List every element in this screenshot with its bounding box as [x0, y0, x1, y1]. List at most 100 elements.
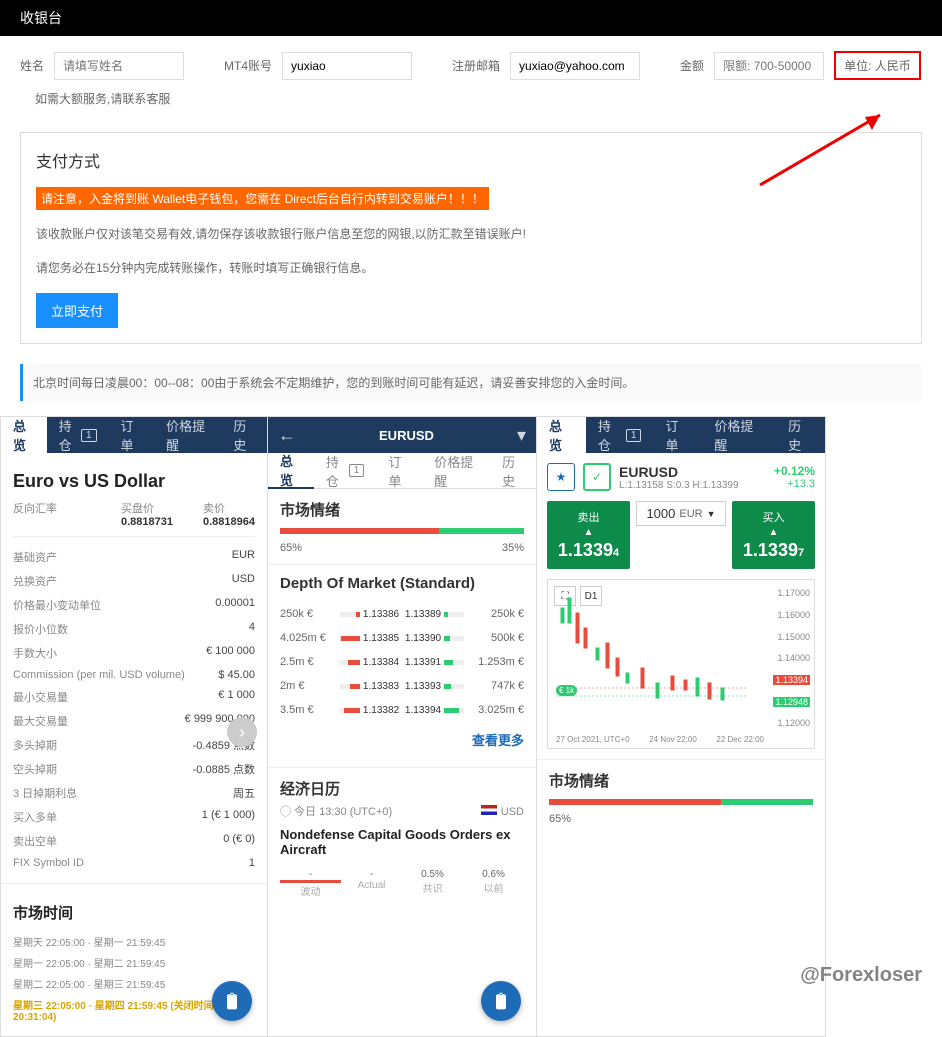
symbol-details-panel: 总览 持仓1 订单 价格提醒 历史 Euro vs US Dollar 反向汇率…	[0, 416, 268, 1037]
deposit-form: 姓名 MT4账号 注册邮箱 金额 单位: 人民币	[0, 36, 942, 85]
market-time-row: 星期天 22:05:00 · 星期一 21:59:45	[13, 931, 255, 952]
tab-orders-2[interactable]: 订单	[376, 453, 422, 489]
price-chart[interactable]: ⛶ D1 € 1k 1.17000	[547, 579, 815, 749]
change-percent: +0.12%	[774, 464, 815, 478]
tab-positions-2[interactable]: 持仓1	[314, 453, 376, 489]
calendar-col: -Actual	[341, 865, 402, 902]
dom-row: 4.025m €1.133851.13390500k €	[280, 626, 524, 650]
detail-row: 多头掉期-0.4859 点数	[13, 733, 255, 757]
reverse-rate-label: 反向汇率	[13, 500, 57, 528]
tab-history[interactable]: 历史	[221, 417, 267, 453]
tab-overview[interactable]: 总览	[1, 417, 47, 453]
symbol-header: EURUSD	[306, 428, 507, 443]
change-points: +13.3	[774, 478, 815, 490]
dom-row: 250k €1.133861.13389250k €	[280, 602, 524, 626]
dom-row: 3.5m €1.133821.133943.025m €	[280, 698, 524, 722]
favorite-button[interactable]: ★	[547, 463, 575, 491]
name-input[interactable]	[54, 52, 184, 80]
trade-stats: L:1.13158 S:0.3 H:1.13399	[619, 480, 766, 491]
calendar-col: 0.5%共识	[402, 865, 463, 902]
unit-badge: 单位: 人民币	[834, 51, 921, 80]
calendar-col: 0.6%以前	[463, 865, 524, 902]
tab-history-3[interactable]: 历史	[776, 417, 825, 453]
amount-label: 金额	[680, 57, 704, 74]
watermark: @Forexloser	[800, 964, 922, 987]
payment-note2: 请您务必在15分钟内完成转账操作，转账时填写正确银行信息。	[36, 259, 906, 278]
calendar-col: -波动	[280, 865, 341, 902]
tab-alerts-3[interactable]: 价格提醒	[702, 417, 776, 453]
pay-now-button[interactable]: 立即支付	[36, 293, 118, 328]
titlebar-2: ← EURUSD ▾	[268, 417, 536, 453]
detail-row: 兑换资产USD	[13, 569, 255, 593]
payment-title: 支付方式	[36, 148, 906, 172]
clipboard-fab-2[interactable]	[481, 981, 521, 1021]
payment-warning: 请注意，入金将到账 Wallet电子钱包，您需在 Direct后台自行内转到交易…	[36, 187, 489, 210]
payment-panel: 支付方式 请注意，入金将到账 Wallet电子钱包，您需在 Direct后台自行…	[20, 132, 922, 344]
page-title: 收银台	[0, 0, 942, 36]
amount-input[interactable]	[714, 52, 824, 80]
maintenance-info: 北京时间每日凌晨00：00--08：00由于系统会不定期维护，您的到账时间可能有…	[20, 364, 922, 401]
tabbar-3: 总览 持仓1 订单 价格提醒 历史	[537, 417, 825, 453]
dropdown-icon[interactable]: ▾	[507, 425, 536, 446]
calendar-currency: USD	[481, 805, 524, 818]
position-marker: € 1k	[556, 685, 577, 696]
tab-history-2[interactable]: 历史	[490, 453, 536, 489]
buy-button[interactable]: 买入▲ 1.13397	[732, 501, 815, 569]
payment-note1: 该收款账户仅对该笔交易有效,请勿保存该收款银行账户信息至您的网银,以防汇款至错误…	[36, 225, 906, 244]
tab-overview-3[interactable]: 总览	[537, 417, 586, 453]
mt4-input[interactable]	[282, 52, 412, 80]
tab-positions[interactable]: 持仓1	[47, 417, 109, 453]
tab-orders-3[interactable]: 订单	[653, 417, 702, 453]
detail-row: 基础资产EUR	[13, 545, 255, 569]
sell-price: 0.8818964	[203, 516, 255, 528]
calendar-time: ◯ 今日 13:30 (UTC+0)	[280, 803, 392, 819]
detail-row: 买入多单1 (€ 1 000)	[13, 805, 255, 829]
buy-label: 买盘价	[121, 503, 154, 515]
tab-alerts[interactable]: 价格提醒	[154, 417, 221, 453]
sentiment-title-3: 市场情绪	[549, 770, 813, 791]
quantity-input[interactable]: 1000 EUR ▼	[636, 501, 726, 526]
tab-positions-3[interactable]: 持仓1	[586, 417, 654, 453]
calendar-event: Nondefense Capital Goods Orders ex Aircr…	[280, 827, 524, 857]
sentiment-bar	[280, 528, 524, 534]
tabbar-2: 总览 持仓1 订单 价格提醒 历史	[268, 453, 536, 489]
market-time-row: 星期一 22:05:00 · 星期二 21:59:45	[13, 952, 255, 973]
detail-row: 卖出空单0 (€ 0)	[13, 829, 255, 853]
sentiment-title: 市场情绪	[280, 499, 524, 520]
market-time-title: 市场时间	[13, 902, 255, 923]
sell-button[interactable]: 卖出▲ 1.13394	[547, 501, 630, 569]
email-input[interactable]	[510, 52, 640, 80]
view-more-link[interactable]: 查看更多	[280, 722, 524, 757]
large-amount-note: 如需大额服务,请联系客服	[0, 85, 942, 112]
detail-row: 空头掉期-0.0885 点数	[13, 757, 255, 781]
trade-panel: 总览 持仓1 订单 价格提醒 历史 ★ ✓ EURUSD L:1.13158 S…	[536, 416, 826, 1037]
detail-row: Commission (per mil. USD volume)$ 45.00	[13, 665, 255, 685]
dom-row: 2.5m €1.133841.133911.253m €	[280, 650, 524, 674]
sell-label: 卖价	[203, 503, 225, 515]
back-icon[interactable]: ←	[268, 425, 306, 446]
detail-row: 报价小位数4	[13, 617, 255, 641]
trade-symbol: EURUSD	[619, 464, 766, 480]
tab-overview-2[interactable]: 总览	[268, 453, 314, 489]
tab-alerts-2[interactable]: 价格提醒	[422, 453, 490, 489]
sentiment-long-3: 65%	[549, 813, 571, 825]
detail-row: 3 日掉期利息周五	[13, 781, 255, 805]
dom-panel: ← EURUSD ▾ 总览 持仓1 订单 价格提醒 历史 市场情绪 65% 35%…	[267, 416, 537, 1037]
email-label: 注册邮箱	[452, 57, 500, 74]
sentiment-bar-3	[549, 799, 813, 805]
name-label: 姓名	[20, 57, 44, 74]
buy-price: 0.8818731	[121, 516, 173, 528]
dom-row: 2m €1.133831.13393747k €	[280, 674, 524, 698]
dom-title: Depth Of Market (Standard)	[280, 575, 524, 592]
candlestick-chart	[556, 588, 746, 728]
calendar-title: 经济日历	[280, 778, 524, 799]
detail-row: FIX Symbol ID1	[13, 853, 255, 873]
sentiment-long: 65%	[280, 542, 302, 554]
sentiment-short: 35%	[502, 542, 524, 554]
detail-row: 手数大小€ 100 000	[13, 641, 255, 665]
detail-row: 最大交易量€ 999 900 000	[13, 709, 255, 733]
trading-panels: 总览 持仓1 订单 价格提醒 历史 Euro vs US Dollar 反向汇率…	[0, 416, 942, 1037]
tabbar-1: 总览 持仓1 订单 价格提醒 历史	[1, 417, 267, 453]
tab-orders[interactable]: 订单	[109, 417, 155, 453]
detail-row: 价格最小变动单位0.00001	[13, 593, 255, 617]
